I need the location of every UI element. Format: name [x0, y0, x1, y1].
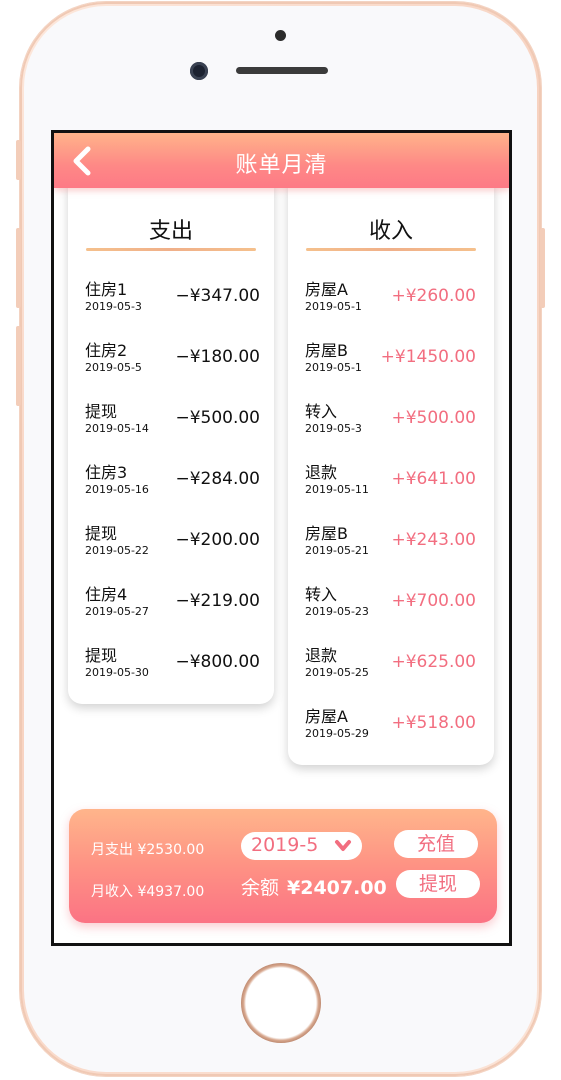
page-title: 账单月清: [235, 153, 328, 178]
income-item-date: 2019-05-21: [305, 544, 369, 557]
balance-value: ¥2407.00: [287, 877, 387, 899]
home-button[interactable]: [241, 963, 321, 1043]
income-item-name: 转入: [305, 402, 338, 421]
expense-row[interactable]: 住房1 2019-05-3 −¥347.00: [68, 276, 274, 328]
income-item-date: 2019-05-3: [305, 422, 362, 435]
app-screen: 账单月清 支出 住房1 2019-05-3 −¥347.00 住房2 2019-…: [51, 130, 512, 946]
expense-item-name: 提现: [85, 402, 118, 421]
withdraw-button[interactable]: 提现: [396, 870, 480, 898]
income-divider: [306, 248, 476, 251]
power-button: [540, 228, 545, 308]
expense-row[interactable]: 住房4 2019-05-27 −¥219.00: [68, 581, 274, 633]
recharge-button[interactable]: 充值: [394, 830, 478, 858]
expense-item-date: 2019-05-27: [85, 605, 149, 618]
expense-item-amount: −¥180.00: [175, 347, 260, 367]
income-item-amount: +¥500.00: [391, 408, 476, 428]
expense-item-date: 2019-05-14: [85, 422, 149, 435]
income-card: 收入 房屋A 2019-05-1 +¥260.00 房屋B 2019-05-1 …: [288, 173, 494, 765]
income-item-date: 2019-05-29: [305, 727, 369, 740]
income-row[interactable]: 房屋B 2019-05-1 +¥1450.00: [288, 337, 494, 389]
expense-card: 支出 住房1 2019-05-3 −¥347.00 住房2 2019-05-5 …: [68, 173, 274, 704]
proximity-sensor: [275, 30, 286, 41]
income-item-amount: +¥260.00: [391, 286, 476, 306]
expense-item-amount: −¥800.00: [175, 652, 260, 672]
chevron-down-icon: [335, 840, 351, 851]
income-item-amount: +¥1450.00: [380, 347, 476, 367]
income-item-name: 房屋A: [305, 707, 348, 726]
earpiece-speaker: [236, 67, 328, 74]
income-item-amount: +¥243.00: [391, 530, 476, 550]
income-row[interactable]: 转入 2019-05-3 +¥500.00: [288, 398, 494, 450]
expense-row[interactable]: 提现 2019-05-22 −¥200.00: [68, 520, 274, 572]
expense-item-amount: −¥347.00: [175, 286, 260, 306]
income-item-name: 退款: [305, 646, 338, 665]
expense-item-name: 提现: [85, 646, 118, 665]
expense-item-date: 2019-05-16: [85, 483, 149, 496]
expense-divider: [86, 248, 256, 251]
monthly-income-total: 月收入 ¥4937.00: [91, 884, 205, 900]
month-select-value: 2019-5: [251, 834, 319, 856]
income-item-name: 转入: [305, 585, 338, 604]
month-select[interactable]: 2019-5: [241, 832, 362, 860]
income-item-date: 2019-05-25: [305, 666, 369, 679]
income-row[interactable]: 退款 2019-05-11 +¥641.00: [288, 459, 494, 511]
income-title: 收入: [368, 219, 413, 244]
income-item-amount: +¥625.00: [391, 652, 476, 672]
expense-item-date: 2019-05-30: [85, 666, 149, 679]
expense-item-amount: −¥500.00: [175, 408, 260, 428]
income-item-name: 房屋A: [305, 280, 348, 299]
expense-item-date: 2019-05-5: [85, 361, 142, 374]
income-item-name: 房屋B: [305, 341, 348, 360]
income-item-amount: +¥518.00: [391, 713, 476, 733]
income-item-date: 2019-05-1: [305, 300, 362, 313]
expense-item-name: 住房1: [85, 280, 128, 299]
expense-item-name: 住房4: [85, 585, 128, 604]
income-item-name: 房屋B: [305, 524, 348, 543]
expense-row[interactable]: 提现 2019-05-30 −¥800.00: [68, 642, 274, 694]
income-item-amount: +¥641.00: [391, 469, 476, 489]
income-row[interactable]: 退款 2019-05-25 +¥625.00: [288, 642, 494, 694]
monthly-expense-total: 月支出 ¥2530.00: [91, 842, 205, 858]
monthly-summary-panel: 月支出 ¥2530.00 月收入 ¥4937.00 2019-5 余额 ¥2407…: [69, 809, 497, 923]
expense-title: 支出: [148, 219, 193, 244]
income-row[interactable]: 房屋B 2019-05-21 +¥243.00: [288, 520, 494, 572]
income-row[interactable]: 转入 2019-05-23 +¥700.00: [288, 581, 494, 633]
income-item-date: 2019-05-23: [305, 605, 369, 618]
expense-item-amount: −¥219.00: [175, 591, 260, 611]
expense-item-amount: −¥200.00: [175, 530, 260, 550]
volume-down-button: [16, 326, 21, 406]
expense-item-date: 2019-05-22: [85, 544, 149, 557]
income-item-amount: +¥700.00: [391, 591, 476, 611]
top-nav-bar: 账单月清: [54, 133, 509, 188]
expense-row[interactable]: 住房3 2019-05-16 −¥284.00: [68, 459, 274, 511]
expense-item-name: 住房2: [85, 341, 128, 360]
front-camera: [190, 62, 208, 80]
balance-label: 余额: [241, 877, 280, 899]
income-item-date: 2019-05-1: [305, 361, 362, 374]
balance-display: 余额 ¥2407.00: [241, 873, 387, 900]
income-item-name: 退款: [305, 463, 338, 482]
volume-up-button: [16, 228, 21, 308]
expense-item-name: 住房3: [85, 463, 128, 482]
expense-row[interactable]: 住房2 2019-05-5 −¥180.00: [68, 337, 274, 389]
expense-item-amount: −¥284.00: [175, 469, 260, 489]
income-row[interactable]: 房屋A 2019-05-29 +¥518.00: [288, 703, 494, 755]
mute-switch: [16, 140, 21, 180]
expense-row[interactable]: 提现 2019-05-14 −¥500.00: [68, 398, 274, 450]
expense-item-date: 2019-05-3: [85, 300, 142, 313]
expense-item-name: 提现: [85, 524, 118, 543]
income-item-date: 2019-05-11: [305, 483, 369, 496]
income-row[interactable]: 房屋A 2019-05-1 +¥260.00: [288, 276, 494, 328]
